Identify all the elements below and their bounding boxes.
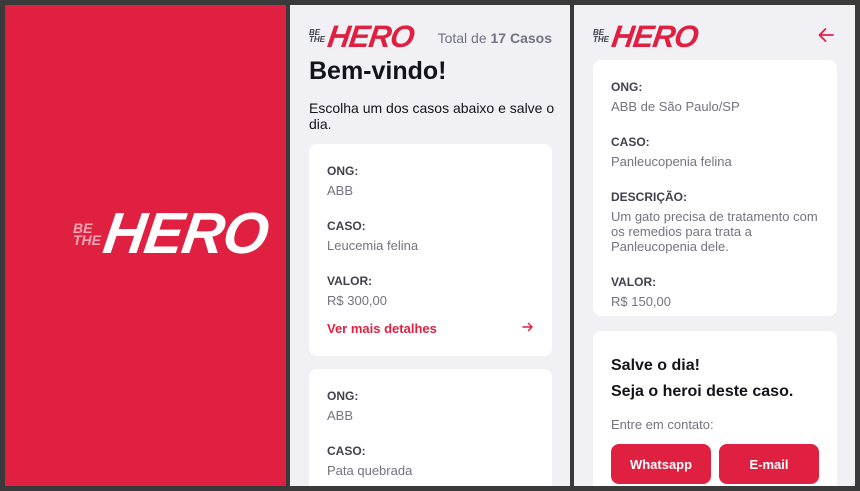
case-detail-screen: BE THE HERO ONG: ABB de São Paulo/SP CAS…: [574, 5, 855, 486]
ong-label: ONG:: [611, 80, 643, 94]
case-value: Leucemia felina: [327, 238, 419, 253]
case-detail-card: ONG: ABB de São Paulo/SP CASO: Panleucop…: [593, 60, 837, 316]
logo-the-text: THE: [73, 232, 101, 248]
total-cases: Total de 17 Casos: [438, 30, 552, 46]
ong-value: ABB: [327, 408, 354, 423]
value-amount: R$ 150,00: [611, 294, 671, 309]
value-amount: R$ 300,00: [327, 293, 387, 308]
contact-buttons: Whatsapp E-mail: [611, 444, 819, 484]
ong-label: ONG:: [327, 389, 359, 403]
splash-screen: BE THE HERO: [5, 5, 286, 486]
case-label: CASO:: [611, 135, 650, 149]
cta-title-line-2: Seja o heroi deste caso.: [611, 383, 794, 400]
case-label: CASO:: [327, 219, 366, 233]
whatsapp-button[interactable]: Whatsapp: [611, 444, 711, 484]
case-card: ONG: ABB CASO: Pata quebrada: [309, 369, 552, 486]
logo-the-text: THE: [593, 34, 609, 44]
email-button[interactable]: E-mail: [719, 444, 819, 484]
ong-value: ABB de São Paulo/SP: [611, 99, 740, 114]
logo-hero-text: HERO: [99, 201, 273, 266]
arrow-right-icon: [522, 320, 534, 336]
case-value: Pata quebrada: [327, 463, 413, 478]
logo-hero-text: HERO: [609, 19, 701, 54]
contact-subtitle: Entre em contato:: [611, 417, 714, 432]
logo-the-text: THE: [309, 34, 325, 44]
see-details-label: Ver mais detalhes: [327, 320, 437, 336]
arrow-left-icon[interactable]: [817, 26, 835, 44]
see-details-button[interactable]: Ver mais detalhes: [327, 320, 534, 336]
cta-title-line-1: Salve o dia!: [611, 357, 700, 374]
logo-hero-text: HERO: [325, 19, 417, 54]
value-label: VALOR:: [327, 274, 373, 288]
value-label: VALOR:: [611, 275, 657, 289]
contact-card: Salve o dia! Seja o heroi deste caso. En…: [593, 331, 837, 486]
case-card: ONG: ABB CASO: Leucemia felina VALOR: R$…: [309, 144, 552, 356]
page-title: Bem-vindo!: [309, 57, 447, 85]
description-value: Um gato precisa de tratamento com os rem…: [611, 209, 818, 254]
be-the-hero-logo: BE THE HERO: [593, 19, 701, 54]
cases-list-screen: BE THE HERO Total de 17 Casos Bem-vindo!…: [290, 5, 570, 486]
case-value: Panleucopenia felina: [611, 154, 732, 169]
description-label: DESCRIÇÃO:: [611, 190, 688, 204]
ong-value: ABB: [327, 183, 354, 198]
total-prefix: Total de: [437, 30, 487, 46]
ong-label: ONG:: [327, 164, 359, 178]
case-label: CASO:: [327, 444, 366, 458]
be-the-hero-logo: BE THE HERO: [309, 19, 417, 54]
page-subtitle: Escolha um dos casos abaixo e salve o di…: [309, 100, 555, 132]
be-the-hero-logo: BE THE HERO: [73, 201, 272, 266]
total-count: 17 Casos: [490, 30, 552, 46]
